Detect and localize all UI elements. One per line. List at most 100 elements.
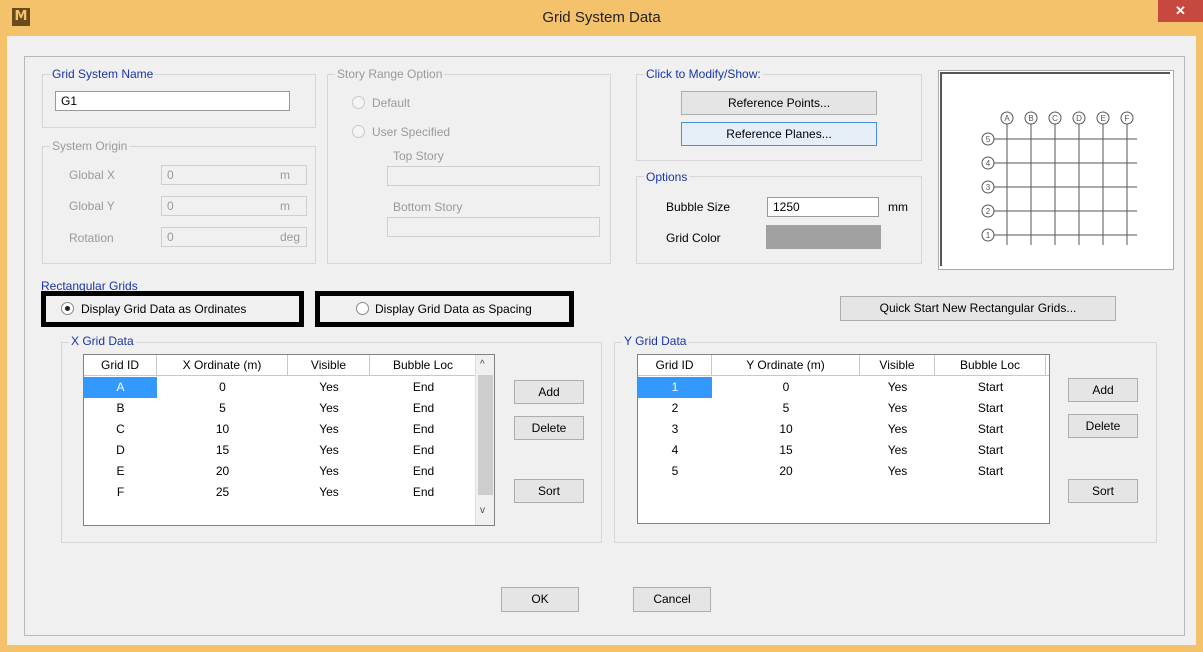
table-cell[interactable]: End [370, 398, 477, 419]
table-cell[interactable]: Yes [288, 419, 370, 440]
default-radio-label: Default [372, 96, 411, 110]
table-cell[interactable]: Start [935, 461, 1046, 482]
rotation-input[interactable]: 0 deg [161, 227, 307, 247]
table-cell[interactable]: Start [935, 377, 1046, 398]
table-cell[interactable]: 15 [157, 440, 288, 461]
x-grid-table[interactable]: Grid ID X Ordinate (m) Visible Bubble Lo… [83, 354, 495, 526]
table-cell[interactable]: 5 [157, 398, 288, 419]
ok-button[interactable]: OK [501, 587, 579, 612]
table-cell[interactable]: 10 [157, 419, 288, 440]
user-specified-radio[interactable] [352, 125, 365, 138]
table-cell[interactable]: 15 [712, 440, 860, 461]
table-cell[interactable]: A [84, 377, 157, 398]
x-grid-delete-button[interactable]: Delete [514, 416, 584, 440]
column-header-y-ordinate[interactable]: Y Ordinate (m) [712, 355, 860, 375]
table-cell[interactable]: End [370, 461, 477, 482]
y-grid-table[interactable]: Grid ID Y Ordinate (m) Visible Bubble Lo… [637, 354, 1050, 524]
table-cell[interactable]: Yes [288, 398, 370, 419]
table-cell[interactable]: 4 [638, 440, 712, 461]
table-cell[interactable]: Yes [860, 461, 935, 482]
table-cell[interactable]: Yes [860, 377, 935, 398]
table-cell[interactable]: End [370, 419, 477, 440]
column-header-x-ordinate[interactable]: X Ordinate (m) [157, 355, 288, 375]
table-row[interactable]: C 10 Yes End [84, 419, 477, 440]
default-radio[interactable] [352, 96, 365, 109]
table-cell[interactable]: 10 [712, 419, 860, 440]
table-row[interactable]: 1 0 Yes Start [638, 377, 1049, 398]
ordinates-radio[interactable] [61, 302, 74, 315]
column-header-grid-id[interactable]: Grid ID [84, 355, 157, 375]
reference-points-button[interactable]: Reference Points... [681, 91, 877, 115]
table-cell[interactable]: C [84, 419, 157, 440]
column-header-visible[interactable]: Visible [288, 355, 370, 375]
table-row[interactable]: B 5 Yes End [84, 398, 477, 419]
column-header-visible[interactable]: Visible [860, 355, 935, 375]
table-cell[interactable]: Start [935, 440, 1046, 461]
column-header-bubble-loc[interactable]: Bubble Loc [370, 355, 477, 375]
table-cell[interactable]: F [84, 482, 157, 503]
spacing-radio[interactable] [356, 302, 369, 315]
scroll-up-icon[interactable]: ^ [480, 359, 485, 370]
table-cell[interactable]: Yes [288, 377, 370, 398]
table-cell[interactable]: End [370, 440, 477, 461]
table-cell[interactable]: Yes [288, 440, 370, 461]
table-cell[interactable]: End [370, 482, 477, 503]
table-cell[interactable]: 2 [638, 398, 712, 419]
table-cell[interactable]: Yes [860, 398, 935, 419]
top-story-input[interactable] [387, 166, 600, 186]
grid-system-name-input[interactable]: G1 [55, 91, 290, 111]
rotation-label: Rotation [69, 231, 114, 245]
y-grid-delete-button[interactable]: Delete [1068, 414, 1138, 438]
table-cell[interactable]: 20 [712, 461, 860, 482]
table-cell[interactable]: Yes [288, 482, 370, 503]
column-header-bubble-loc[interactable]: Bubble Loc [935, 355, 1046, 375]
table-cell[interactable]: End [370, 377, 477, 398]
global-y-input[interactable]: 0m [161, 196, 307, 216]
table-row[interactable]: 5 20 Yes Start [638, 461, 1049, 482]
close-button[interactable]: ✕ [1158, 0, 1203, 22]
x-grid-sort-button[interactable]: Sort [514, 479, 584, 503]
table-cell[interactable]: 0 [157, 377, 288, 398]
table-cell[interactable]: 3 [638, 419, 712, 440]
options-group [636, 176, 922, 264]
cancel-button[interactable]: Cancel [633, 587, 711, 612]
table-row[interactable]: 3 10 Yes Start [638, 419, 1049, 440]
table-cell[interactable]: 5 [712, 398, 860, 419]
table-cell[interactable]: 20 [157, 461, 288, 482]
table-cell[interactable]: Yes [860, 440, 935, 461]
table-cell[interactable]: B [84, 398, 157, 419]
table-cell[interactable]: 5 [638, 461, 712, 482]
grid-color-swatch[interactable] [766, 225, 881, 249]
y-grid-add-button[interactable]: Add [1068, 378, 1138, 402]
table-cell[interactable]: 25 [157, 482, 288, 503]
table-cell[interactable]: D [84, 440, 157, 461]
table-row[interactable]: 2 5 Yes Start [638, 398, 1049, 419]
scroll-down-icon[interactable]: v [480, 505, 485, 516]
story-range-label: Story Range Option [335, 67, 445, 81]
table-row[interactable]: D 15 Yes End [84, 440, 477, 461]
table-cell[interactable]: 1 [638, 377, 712, 398]
preview-bubble-label: D [1076, 114, 1082, 123]
table-row[interactable]: F 25 Yes End [84, 482, 477, 503]
modify-show-label: Click to Modify/Show: [644, 67, 763, 81]
table-cell[interactable]: Start [935, 398, 1046, 419]
quick-start-button[interactable]: Quick Start New Rectangular Grids... [840, 296, 1116, 321]
table-cell[interactable]: E [84, 461, 157, 482]
x-grid-add-button[interactable]: Add [514, 380, 584, 404]
y-grid-sort-button[interactable]: Sort [1068, 479, 1138, 503]
x-grid-scroll-thumb[interactable] [478, 375, 493, 495]
reference-planes-button[interactable]: Reference Planes... [681, 122, 877, 146]
bottom-story-input[interactable] [387, 217, 600, 237]
table-cell[interactable]: 0 [712, 377, 860, 398]
table-cell[interactable]: Start [935, 419, 1046, 440]
global-x-value: 0 [167, 168, 174, 182]
table-row[interactable]: A 0 Yes End [84, 377, 477, 398]
global-x-input[interactable]: 0m [161, 165, 307, 185]
table-cell[interactable]: Yes [288, 461, 370, 482]
table-cell[interactable]: Yes [860, 419, 935, 440]
bubble-size-input[interactable]: 1250 [767, 197, 879, 217]
table-row[interactable]: E 20 Yes End [84, 461, 477, 482]
column-header-grid-id[interactable]: Grid ID [638, 355, 712, 375]
table-row[interactable]: 4 15 Yes Start [638, 440, 1049, 461]
x-grid-scrollbar[interactable]: ^ v [475, 355, 494, 525]
